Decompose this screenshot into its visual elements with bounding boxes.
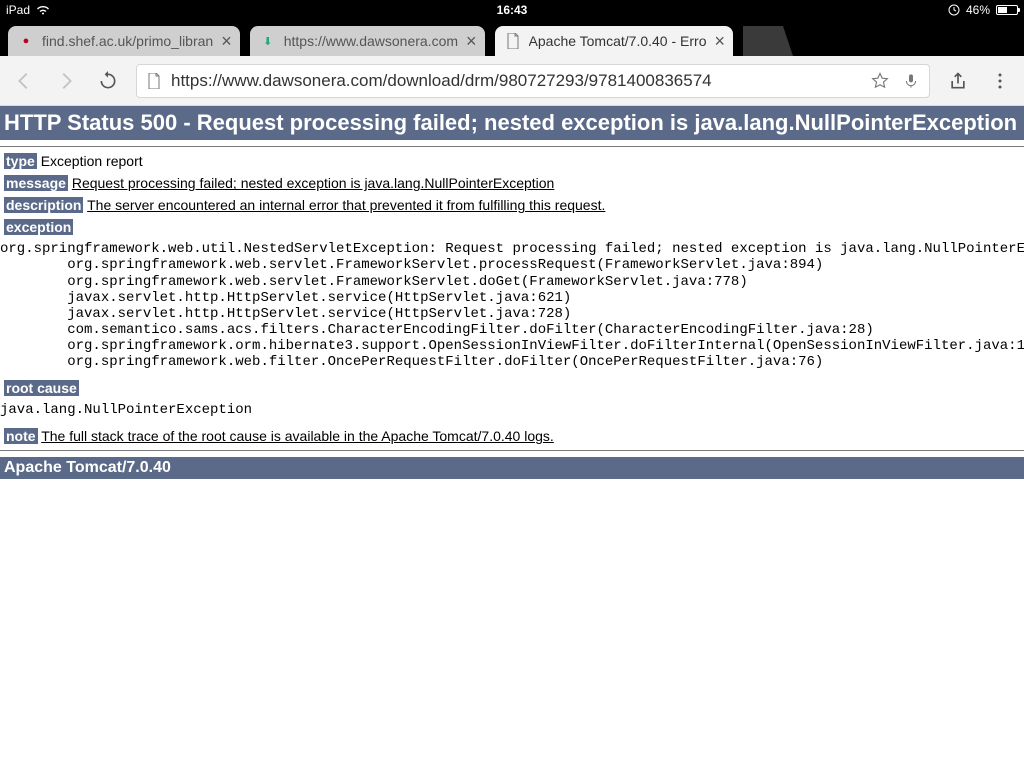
close-icon[interactable]: × — [221, 32, 232, 50]
exception-label: exception — [4, 219, 73, 235]
browser-tab[interactable]: ● find.shef.ac.uk/primo_libran × — [8, 26, 240, 56]
device-label: iPad — [6, 3, 30, 17]
mic-icon[interactable] — [903, 72, 919, 90]
note-value: The full stack trace of the root cause i… — [41, 428, 554, 444]
clock: 16:43 — [497, 3, 528, 17]
address-bar[interactable]: https://www.dawsonera.com/download/drm/9… — [136, 64, 930, 98]
rotation-lock-icon — [948, 4, 960, 16]
file-icon — [147, 73, 161, 89]
forward-button[interactable] — [52, 67, 80, 95]
root-cause-label: root cause — [4, 380, 79, 396]
page-viewport[interactable]: HTTP Status 500 - Request processing fai… — [0, 106, 1024, 768]
browser-tab-active[interactable]: Apache Tomcat/7.0.40 - Erro × — [495, 26, 733, 56]
exception-trace: org.springframework.web.util.NestedServl… — [0, 241, 1024, 370]
root-cause-trace: java.lang.NullPointerException — [0, 402, 1024, 418]
description-label: description — [4, 197, 83, 213]
favicon-icon: ⬇ — [260, 33, 276, 49]
wifi-icon — [36, 5, 50, 15]
note-row: note The full stack trace of the root ca… — [4, 428, 1020, 444]
menu-button[interactable] — [986, 67, 1014, 95]
description-row: description The server encountered an in… — [4, 197, 1020, 213]
type-row: type Exception report — [4, 153, 1020, 169]
tab-title: find.shef.ac.uk/primo_libran — [42, 33, 213, 49]
root-cause-row: root cause — [4, 380, 1020, 396]
close-icon[interactable]: × — [466, 32, 477, 50]
reload-button[interactable] — [94, 67, 122, 95]
ios-status-bar: iPad 16:43 46% — [0, 0, 1024, 20]
browser-toolbar: https://www.dawsonera.com/download/drm/9… — [0, 56, 1024, 106]
type-label: type — [4, 153, 37, 169]
tab-title: Apache Tomcat/7.0.40 - Erro — [529, 33, 707, 49]
file-icon — [505, 33, 521, 49]
status-heading: HTTP Status 500 - Request processing fai… — [0, 106, 1024, 140]
message-value: Request processing failed; nested except… — [72, 175, 555, 191]
battery-percentage: 46% — [966, 3, 990, 17]
divider — [0, 146, 1024, 147]
url-text: https://www.dawsonera.com/download/drm/9… — [171, 71, 861, 91]
divider — [0, 450, 1024, 451]
new-tab-affordance[interactable] — [743, 26, 793, 56]
close-icon[interactable]: × — [714, 32, 725, 50]
message-row: message Request processing failed; neste… — [4, 175, 1020, 191]
note-label: note — [4, 428, 38, 444]
type-value: Exception report — [41, 153, 143, 169]
battery-icon — [996, 5, 1018, 15]
tab-title: https://www.dawsonera.com — [284, 33, 458, 49]
tomcat-error-page: HTTP Status 500 - Request processing fai… — [0, 106, 1024, 479]
browser-tab[interactable]: ⬇ https://www.dawsonera.com × — [250, 26, 485, 56]
exception-row: exception — [4, 219, 1020, 235]
message-label: message — [4, 175, 68, 191]
favicon-icon: ● — [18, 33, 34, 49]
server-footer: Apache Tomcat/7.0.40 — [0, 457, 1024, 479]
share-button[interactable] — [944, 67, 972, 95]
description-value: The server encountered an internal error… — [87, 197, 605, 213]
tab-strip: ● find.shef.ac.uk/primo_libran × ⬇ https… — [0, 20, 1024, 56]
star-icon[interactable] — [871, 72, 889, 90]
back-button[interactable] — [10, 67, 38, 95]
